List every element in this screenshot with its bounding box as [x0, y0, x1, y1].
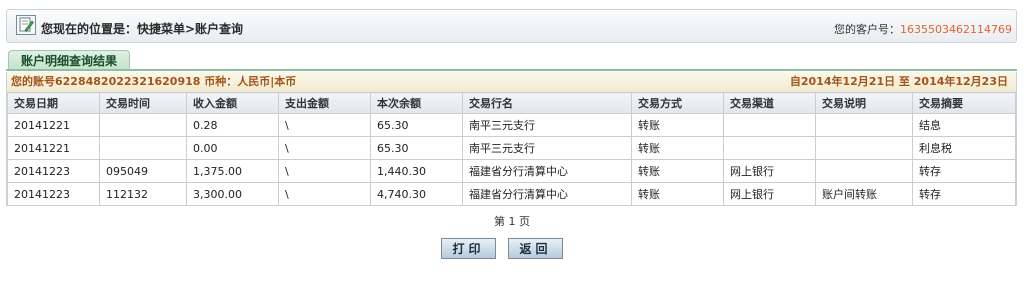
col-header-summary: 交易摘要 [912, 92, 1016, 114]
cell-date: 20141221 [7, 113, 100, 137]
col-header-expense: 支出金额 [278, 92, 371, 114]
cell-method: 转账 [631, 182, 724, 206]
transaction-table: 交易日期 交易时间 收入金额 支出金额 本次余额 交易行名 交易方式 交易渠道 … [7, 92, 1016, 206]
table-row: 20141223 112132 3,300.00 \ 4,740.30 福建省分… [7, 182, 1016, 206]
tab-divider [6, 69, 1017, 71]
location-bar: 您现在的位置是：快捷菜单>账户查询 您的客户号：1635503462114769 [6, 9, 1017, 43]
tab-account-detail-result[interactable]: 账户明细查询结果 [8, 50, 130, 70]
customer-number: 您的客户号：1635503462114769 [834, 21, 1012, 37]
col-header-income: 收入金额 [186, 92, 279, 114]
cell-channel [723, 136, 816, 160]
cell-expense: \ [278, 136, 371, 160]
cell-date: 20141221 [7, 136, 100, 160]
customer-number-value: 1635503462114769 [900, 23, 1012, 36]
cell-time [99, 113, 187, 137]
cell-branch: 南平三元支行 [462, 113, 632, 137]
cell-description [815, 136, 913, 160]
cell-summary: 转存 [912, 159, 1016, 183]
col-header-time: 交易时间 [99, 92, 187, 114]
cell-time [99, 136, 187, 160]
col-header-balance: 本次余额 [370, 92, 463, 114]
page-indicator: 第 1 页 [494, 215, 530, 228]
cell-date: 20141223 [7, 159, 100, 183]
cell-method: 转账 [631, 113, 724, 137]
cell-balance: 65.30 [370, 136, 463, 160]
cell-branch: 福建省分行清算中心 [462, 159, 632, 183]
cell-method: 转账 [631, 159, 724, 183]
cell-description: 账户间转账 [815, 182, 913, 206]
cell-summary: 利息税 [912, 136, 1016, 160]
col-header-branch: 交易行名 [462, 92, 632, 114]
cell-channel [723, 113, 816, 137]
cell-channel: 网上银行 [723, 182, 816, 206]
col-header-method: 交易方式 [631, 92, 724, 114]
cell-description [815, 113, 913, 137]
cell-branch: 福建省分行清算中心 [462, 182, 632, 206]
result-panel: 您的账号6228482022321620918 币种：人民币|本币 自2014年… [6, 72, 1017, 206]
cell-method: 转账 [631, 136, 724, 160]
cell-summary: 结息 [912, 113, 1016, 137]
cell-date: 20141223 [7, 182, 100, 206]
col-header-date: 交易日期 [7, 92, 100, 114]
cell-balance: 4,740.30 [370, 182, 463, 206]
cell-balance: 1,440.30 [370, 159, 463, 183]
table-header-row: 交易日期 交易时间 收入金额 支出金额 本次余额 交易行名 交易方式 交易渠道 … [7, 92, 1016, 114]
cell-income: 3,300.00 [186, 182, 279, 206]
back-button[interactable]: 返回 [508, 238, 563, 259]
table-row: 20141221 0.28 \ 65.30 南平三元支行 转账 结息 [7, 113, 1016, 137]
cell-time: 112132 [99, 182, 187, 206]
print-button[interactable]: 打印 [441, 238, 496, 259]
cell-income: 0.00 [186, 136, 279, 160]
customer-number-label: 您的客户号： [834, 23, 901, 36]
cell-summary: 转存 [912, 182, 1016, 206]
cell-income: 1,375.00 [186, 159, 279, 183]
cell-balance: 65.30 [370, 113, 463, 137]
cell-expense: \ [278, 159, 371, 183]
cell-branch: 南平三元支行 [462, 136, 632, 160]
cell-channel: 网上银行 [723, 159, 816, 183]
cell-time: 095049 [99, 159, 187, 183]
cell-expense: \ [278, 113, 371, 137]
account-info-bar: 您的账号6228482022321620918 币种：人民币|本币 自2014年… [7, 72, 1016, 92]
table-row: 20141221 0.00 \ 65.30 南平三元支行 转账 利息税 [7, 136, 1016, 160]
col-header-description: 交易说明 [815, 92, 913, 114]
cell-income: 0.28 [186, 113, 279, 137]
location-breadcrumb: 您现在的位置是：快捷菜单>账户查询 [41, 22, 244, 36]
date-range: 自2014年12月21日 至 2014年12月23日 [789, 75, 1008, 88]
edit-document-icon [16, 15, 36, 35]
col-header-channel: 交易渠道 [723, 92, 816, 114]
account-currency-info: 您的账号6228482022321620918 币种：人民币|本币 [11, 75, 297, 88]
table-row: 20141223 095049 1,375.00 \ 1,440.30 福建省分… [7, 159, 1016, 183]
cell-description [815, 159, 913, 183]
cell-expense: \ [278, 182, 371, 206]
